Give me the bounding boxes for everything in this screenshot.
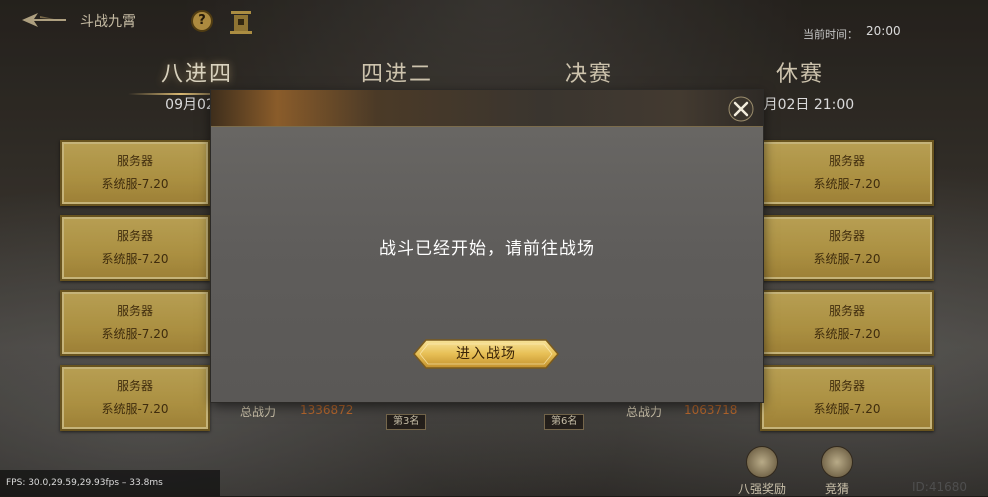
dialog-message: 战斗已经开始，请前往战场 bbox=[379, 239, 595, 259]
enter-battlefield-label: 进入战场 bbox=[456, 346, 516, 362]
dialog-header bbox=[211, 90, 763, 127]
close-icon[interactable] bbox=[728, 96, 754, 122]
battle-started-dialog: 战斗已经开始，请前往战场 进入战场 bbox=[211, 90, 763, 402]
